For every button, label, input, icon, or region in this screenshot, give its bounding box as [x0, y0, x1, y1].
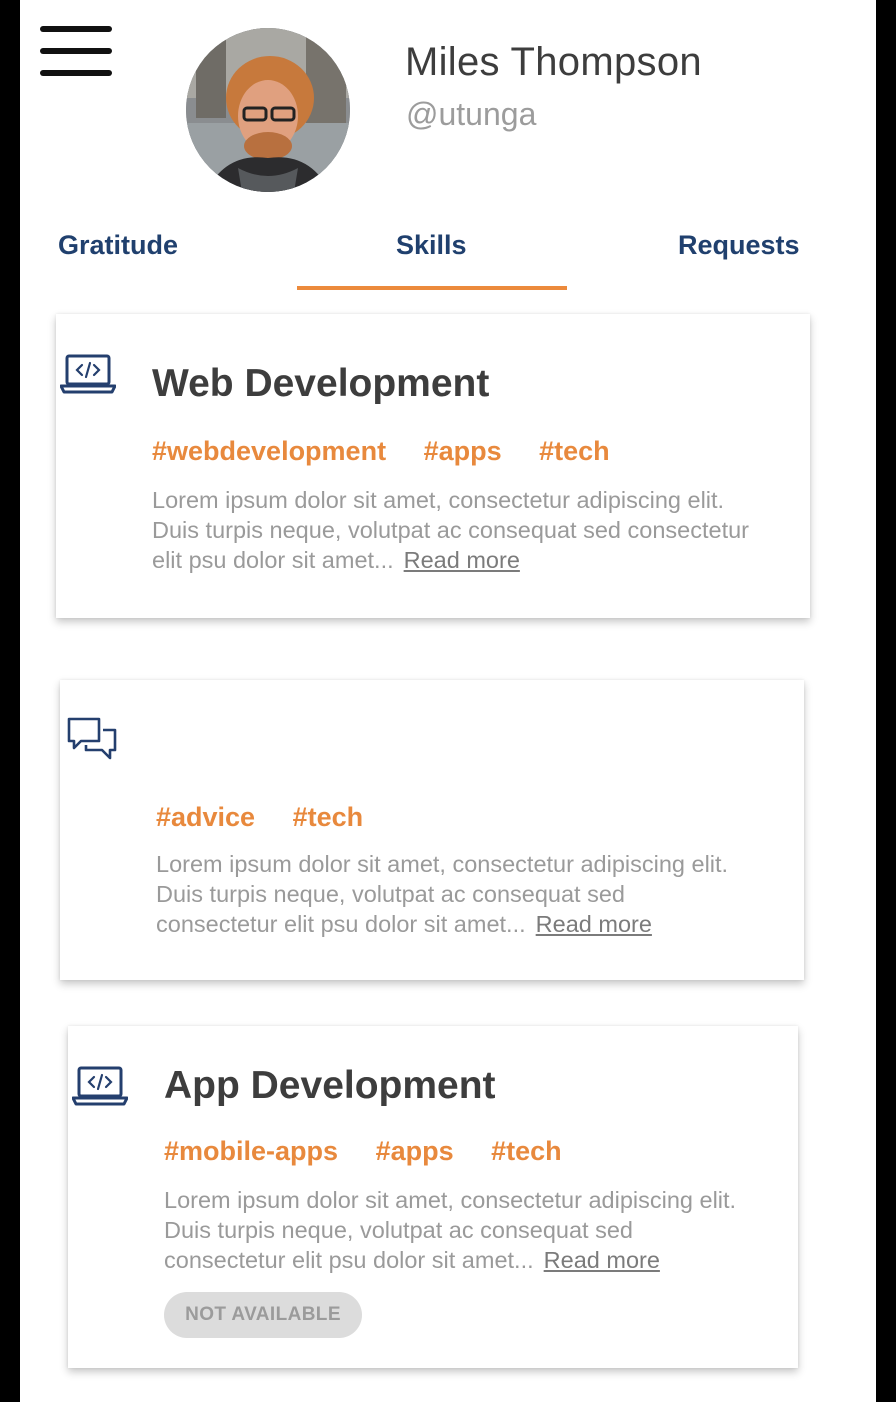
skill-description: Lorem ipsum dolor sit amet, consectetur …: [164, 1185, 736, 1275]
description-line: Lorem ipsum dolor sit amet, consectetur …: [156, 851, 729, 877]
tab-bar: Gratitude Skills Requests: [20, 222, 876, 292]
skill-title: Web Development: [152, 362, 490, 405]
description-line: elit psu dolor sit amet...: [152, 547, 394, 573]
tag[interactable]: #tech: [539, 436, 610, 466]
description-line: Lorem ipsum dolor sit amet, consectetur …: [164, 1187, 737, 1213]
tag[interactable]: #apps: [376, 1136, 454, 1166]
avatar[interactable]: [186, 28, 350, 192]
tab-gratitude[interactable]: Gratitude: [58, 230, 178, 261]
laptop-code-icon: [60, 354, 116, 394]
active-tab-indicator: [297, 286, 567, 290]
tag[interactable]: #webdevelopment: [152, 436, 386, 466]
read-more-link[interactable]: Read more: [536, 911, 652, 937]
tag[interactable]: #mobile-apps: [164, 1136, 338, 1166]
skill-description: Lorem ipsum dolor sit amet, consectetur …: [156, 849, 728, 939]
availability-badge: NOT AVAILABLE: [164, 1292, 362, 1338]
tag-list: #advice #tech: [156, 802, 393, 833]
skill-card-advice[interactable]: #advice #tech Lorem ipsum dolor sit amet…: [60, 680, 804, 980]
tag[interactable]: #tech: [491, 1136, 562, 1166]
tag[interactable]: #apps: [424, 436, 502, 466]
description-line: Duis turpis neque, volutpat ac consequat…: [152, 517, 750, 543]
skill-card-app-development[interactable]: App Development #mobile-apps #apps #tech…: [68, 1026, 798, 1368]
skill-card-web-development[interactable]: Web Development #webdevelopment #apps #t…: [56, 314, 810, 618]
skill-title: App Development: [164, 1064, 496, 1107]
description-line: Duis turpis neque, volutpat ac consequat…: [156, 881, 625, 907]
tag[interactable]: #advice: [156, 802, 255, 832]
description-line: Lorem ipsum dolor sit amet, consectetur …: [152, 487, 725, 513]
read-more-link[interactable]: Read more: [544, 1247, 660, 1273]
laptop-code-icon: [72, 1066, 128, 1106]
tag[interactable]: #tech: [293, 802, 364, 832]
hamburger-menu-icon[interactable]: [40, 26, 112, 82]
tag-list: #webdevelopment #apps #tech: [152, 436, 640, 467]
tag-list: #mobile-apps #apps #tech: [164, 1136, 592, 1167]
skill-description: Lorem ipsum dolor sit amet, consectetur …: [152, 485, 749, 575]
user-name: Miles Thompson: [405, 40, 702, 84]
user-handle: @utunga: [406, 96, 537, 132]
description-line: consectetur elit psu dolor sit amet...: [156, 911, 526, 937]
tab-skills[interactable]: Skills: [396, 230, 467, 261]
profile-screen: Miles Thompson @utunga Gratitude Skills …: [20, 0, 876, 1402]
tab-requests[interactable]: Requests: [678, 230, 800, 261]
description-line: consectetur elit psu dolor sit amet...: [164, 1247, 534, 1273]
chat-bubbles-icon: [67, 717, 117, 760]
description-line: Duis turpis neque, volutpat ac consequat…: [164, 1217, 633, 1243]
read-more-link[interactable]: Read more: [404, 547, 520, 573]
